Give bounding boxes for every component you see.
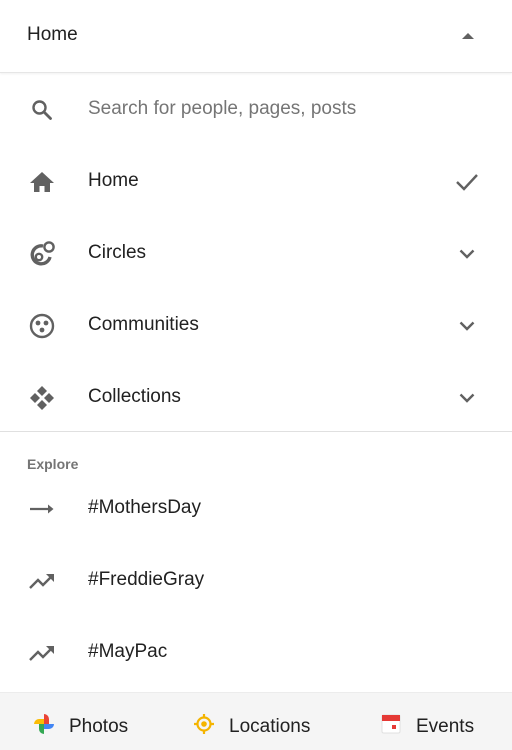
explore-item[interactable]: #MayPac	[0, 616, 512, 688]
circles-icon	[27, 239, 57, 269]
check-icon	[452, 167, 482, 197]
search-input[interactable]: Search for people, pages, posts	[88, 98, 356, 120]
chevron-down-icon[interactable]	[452, 311, 482, 341]
locations-tab-label: Locations	[229, 716, 311, 737]
explore-item-label: #MothersDay	[88, 497, 201, 518]
nav-item-label: Home	[88, 170, 139, 191]
nav-item-label: Collections	[88, 386, 181, 407]
explore-item[interactable]: #FreddieGray	[0, 544, 512, 616]
search-icon	[27, 95, 57, 125]
communities-icon	[27, 311, 57, 341]
explore-item-label: #MayPac	[88, 641, 168, 662]
explore-heading: Explore	[27, 456, 79, 472]
trending-up-icon	[27, 638, 57, 668]
nav-item-label: Circles	[88, 242, 147, 263]
location-target-icon	[193, 713, 215, 735]
nav-item-circles[interactable]: Circles	[0, 217, 512, 289]
collections-icon	[27, 383, 57, 413]
locations-tab[interactable]: Locations	[160, 693, 342, 750]
home-icon	[27, 167, 57, 197]
calendar-icon	[380, 713, 402, 735]
header-title: Home	[27, 24, 78, 45]
events-tab-label: Events	[416, 716, 475, 737]
arrow-right-icon	[27, 494, 57, 524]
nav-item-communities[interactable]: Communities	[0, 289, 512, 361]
trending-up-icon	[27, 566, 57, 596]
chevron-down-icon[interactable]	[452, 383, 482, 413]
explore-item[interactable]: #MothersDay	[0, 472, 512, 544]
search-row[interactable]: Search for people, pages, posts	[0, 73, 512, 145]
section-divider	[0, 431, 512, 432]
events-tab[interactable]: Events	[342, 693, 512, 750]
photos-tab-label: Photos	[69, 716, 129, 737]
photos-pinwheel-icon	[33, 713, 55, 735]
explore-item-label: #FreddieGray	[88, 569, 205, 590]
header: Home	[0, 0, 512, 73]
nav-item-label: Communities	[88, 314, 199, 335]
arrow-drop-up-icon[interactable]	[452, 20, 484, 52]
nav-item-home[interactable]: Home	[0, 145, 512, 217]
chevron-down-icon[interactable]	[452, 239, 482, 269]
nav-item-collections[interactable]: Collections	[0, 361, 512, 433]
bottom-tab-bar: Photos Locations Events	[0, 692, 512, 750]
photos-tab[interactable]: Photos	[0, 693, 160, 750]
